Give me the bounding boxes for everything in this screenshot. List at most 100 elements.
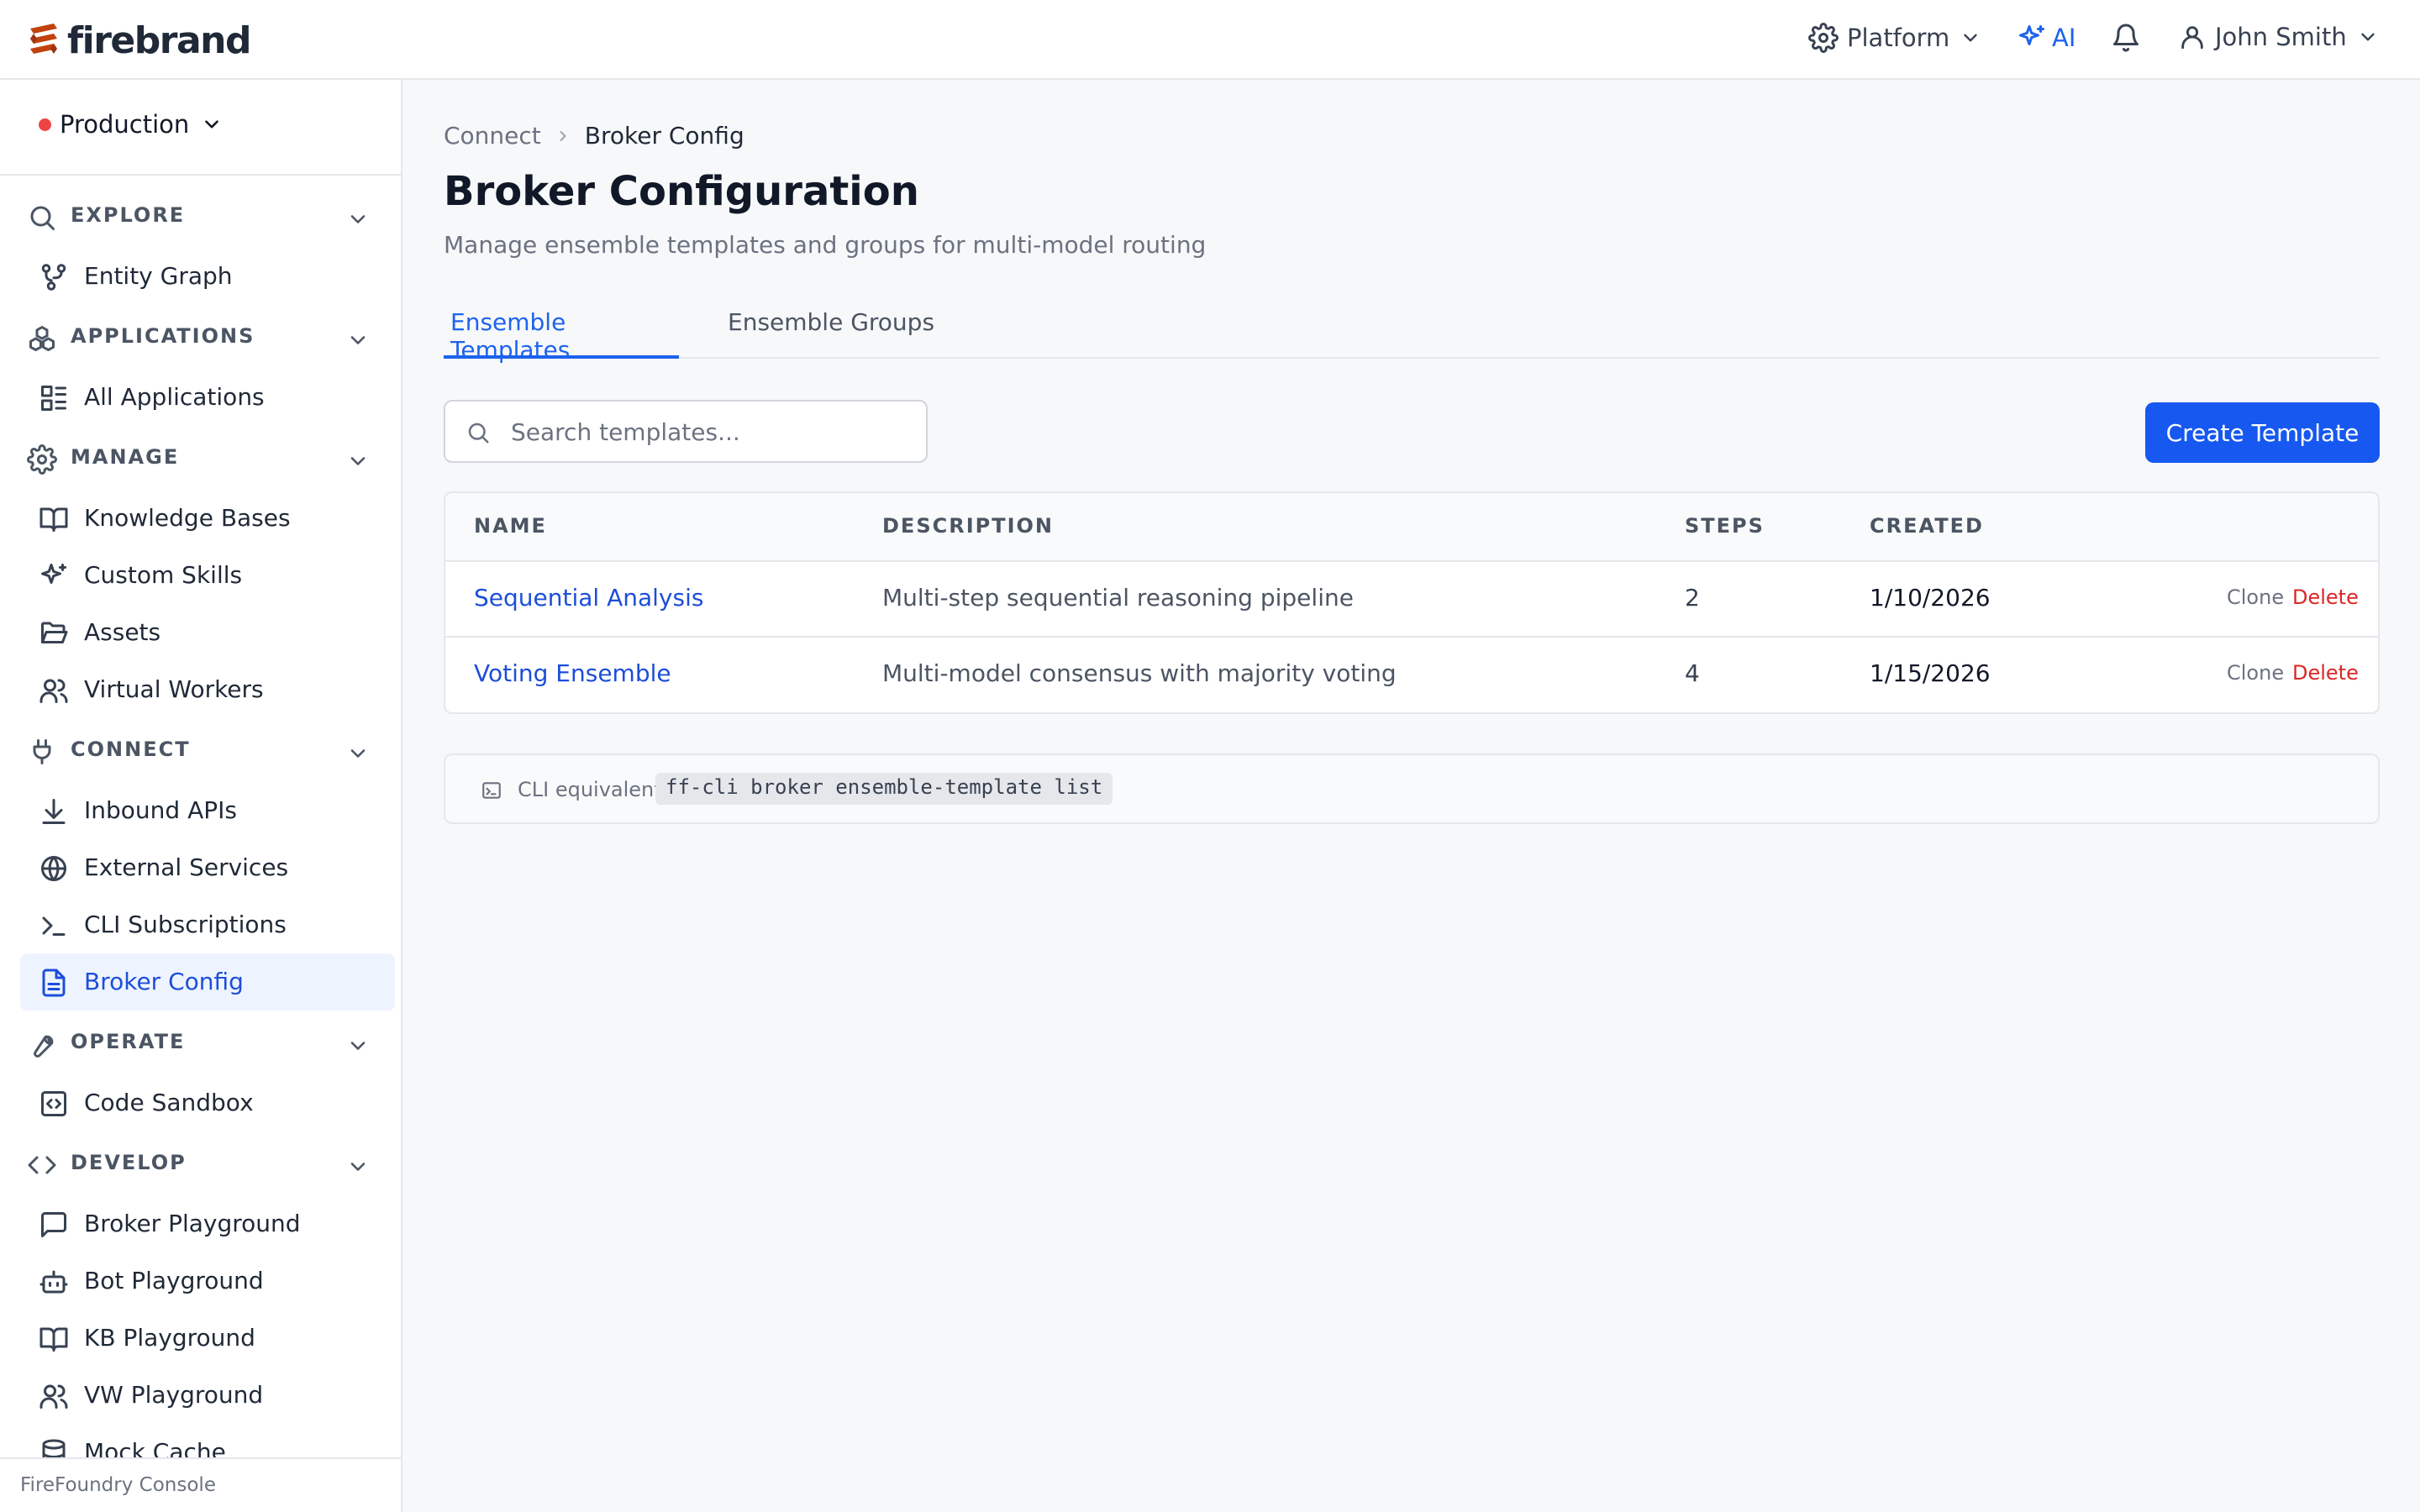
sidebar-item-label: Virtual Workers [84, 675, 264, 703]
sidebar-item-virtual-workers[interactable]: Virtual Workers [20, 661, 395, 718]
clone-button[interactable]: Clone [2227, 585, 2284, 609]
sidebar-item-code-sandbox[interactable]: Code Sandbox [20, 1074, 395, 1131]
template-name-link[interactable]: Sequential Analysis [474, 584, 703, 612]
environment-label: Production [60, 110, 190, 139]
sidebar-item-entity-graph[interactable]: Entity Graph [20, 248, 395, 305]
chevron-down-icon [350, 1163, 366, 1171]
sidebar-item-bot-playground[interactable]: Bot Playground [20, 1252, 395, 1310]
search-icon [468, 423, 489, 444]
template-steps: 4 [1685, 659, 1700, 687]
platform-menu[interactable]: Platform [1808, 23, 1981, 53]
environment-status-dot [39, 118, 51, 131]
table-row: Sequential Analysis Multi-step sequentia… [445, 562, 2378, 638]
gear-icon [1808, 23, 1839, 53]
user-name: John Smith [2215, 23, 2347, 51]
file-text-icon [42, 969, 66, 997]
users-icon [39, 1384, 68, 1409]
sidebar-item-kb-playground[interactable]: KB Playground [20, 1310, 395, 1367]
section-label: APPLICATIONS [71, 324, 255, 348]
environment-selector[interactable]: Production [39, 110, 223, 139]
sidebar-item-label: KB Playground [84, 1324, 255, 1352]
template-created: 1/10/2026 [1870, 584, 1991, 612]
sidebar-item-assets[interactable]: Assets [20, 604, 395, 661]
cli-command[interactable]: ff-cli broker ensemble-template list [655, 773, 1113, 805]
sidebar-item-label: Broker Playground [84, 1210, 301, 1237]
footer-label: FireFoundry Console [20, 1474, 216, 1496]
gear-icon [27, 444, 57, 475]
template-description: Multi-model consensus with majority voti… [882, 659, 1397, 687]
ai-label: AI [2052, 24, 2076, 52]
sidebar-item-custom-skills[interactable]: Custom Skills [20, 547, 395, 604]
sidebar-section-connect[interactable]: CONNECT [0, 725, 401, 775]
cli-label: CLI equivalent: [518, 778, 669, 801]
delete-button[interactable]: Delete [2292, 661, 2359, 685]
tab-ensemble-templates[interactable]: Ensemble Templates [444, 298, 679, 364]
sidebar-item-all-applications[interactable]: All Applications [20, 369, 395, 426]
delete-button[interactable]: Delete [2292, 585, 2359, 609]
brand-logo[interactable]: firebrand [25, 17, 251, 64]
page-subtitle: Manage ensemble templates and groups for… [444, 231, 1207, 259]
clone-button[interactable]: Clone [2227, 661, 2284, 685]
page-title: Broker Configuration [444, 168, 919, 215]
ai-button[interactable]: AI [2017, 23, 2075, 53]
sidebar-section-applications[interactable]: APPLICATIONS [0, 312, 401, 362]
search-icon [30, 206, 55, 230]
brand-name: firebrand [67, 18, 251, 62]
sidebar-section-operate[interactable]: OPERATE [0, 1017, 401, 1068]
users-icon [39, 679, 68, 703]
graph-icon [41, 264, 66, 291]
bell-icon [2113, 24, 2139, 52]
sidebar-item-label: Code Sandbox [84, 1089, 254, 1116]
chevron-down-icon [350, 336, 366, 344]
platform-label: Platform [1847, 24, 1950, 52]
chevron-down-icon [350, 1042, 366, 1050]
breadcrumb-parent[interactable]: Connect [444, 122, 541, 150]
tab-label: Ensemble Templates [450, 308, 571, 364]
terminal-icon [42, 916, 66, 936]
book-open-icon [39, 507, 68, 532]
sidebar-section-develop[interactable]: DEVELOP [0, 1138, 401, 1189]
template-name-link[interactable]: Voting Ensemble [474, 659, 671, 687]
sidebar-section-explore[interactable]: EXPLORE [0, 191, 401, 241]
top-bar: firebrand Platform AI John Smith [0, 0, 2420, 80]
template-created: 1/15/2026 [1870, 659, 1991, 687]
message-square-icon [41, 1212, 66, 1237]
notifications-button[interactable] [2111, 23, 2141, 53]
sidebar-item-vw-playground[interactable]: VW Playground [20, 1367, 395, 1424]
chevron-down-icon [350, 749, 366, 758]
chevron-down-icon [350, 457, 366, 465]
user-menu[interactable]: John Smith [2178, 23, 2379, 51]
list-grid-icon [41, 386, 66, 411]
section-label: CONNECT [71, 738, 191, 761]
sidebar-item-broker-config[interactable]: Broker Config [20, 953, 395, 1011]
column-header-name[interactable]: NAME [474, 514, 547, 538]
boxes-icon [29, 326, 55, 351]
table-row: Voting Ensemble Multi-model consensus wi… [445, 638, 2378, 712]
table-header: NAME DESCRIPTION STEPS CREATED [445, 493, 2378, 562]
sparkles-icon [2019, 25, 2044, 45]
sidebar-item-broker-playground[interactable]: Broker Playground [20, 1195, 395, 1252]
sidebar-item-cli-subscriptions[interactable]: CLI Subscriptions [20, 896, 395, 953]
firebrand-logo-icon [30, 24, 57, 54]
sidebar-section-manage[interactable]: MANAGE [0, 433, 401, 483]
terminal-square-icon [482, 782, 501, 799]
column-header-created[interactable]: CREATED [1870, 514, 1984, 538]
column-header-steps[interactable]: STEPS [1685, 514, 1765, 538]
wrench-icon [34, 1035, 54, 1058]
chevron-down-icon [1964, 34, 1978, 42]
sidebar-item-knowledge-bases[interactable]: Knowledge Bases [20, 490, 395, 547]
download-icon [42, 799, 66, 824]
create-template-button[interactable]: Create Template [2145, 402, 2380, 463]
column-header-description[interactable]: DESCRIPTION [882, 514, 1054, 538]
templates-table: NAME DESCRIPTION STEPS CREATED Sequentia… [444, 491, 2380, 714]
sidebar: Production EXPLORE Entity Graph APPLICAT… [0, 80, 402, 1512]
section-label: DEVELOP [71, 1151, 187, 1174]
bot-icon [39, 1270, 68, 1294]
book-open-icon [39, 1327, 68, 1352]
sidebar-item-inbound-apis[interactable]: Inbound APIs [20, 782, 395, 839]
sidebar-item-external-services[interactable]: External Services [20, 839, 395, 896]
tab-ensemble-groups[interactable]: Ensemble Groups [721, 298, 941, 359]
sidebar-item-label: Custom Skills [84, 561, 243, 589]
search-input[interactable] [511, 413, 906, 450]
section-label: OPERATE [71, 1030, 186, 1053]
